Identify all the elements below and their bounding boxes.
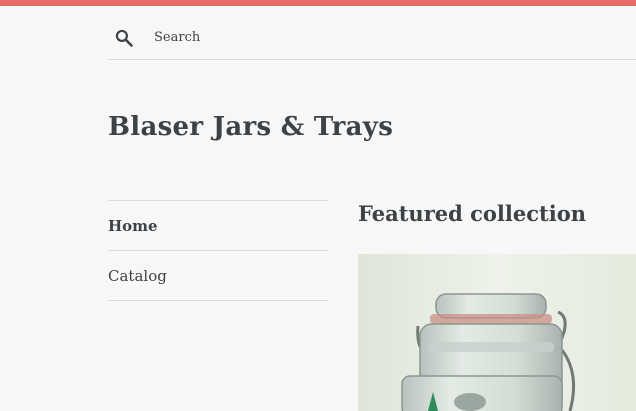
featured-collection-title: Featured collection — [358, 201, 586, 226]
announcement-bar — [0, 0, 636, 6]
nav-item-home[interactable]: Home — [108, 201, 328, 251]
nav-item-catalog[interactable]: Catalog — [108, 251, 328, 301]
jar-photo — [358, 254, 636, 411]
product-image[interactable] — [358, 254, 636, 411]
search-input[interactable] — [154, 30, 554, 45]
site-nav: Home Catalog — [108, 200, 328, 301]
search-bar — [108, 18, 636, 60]
search-icon[interactable] — [114, 28, 134, 48]
site-title[interactable]: Blaser Jars & Trays — [108, 112, 393, 142]
